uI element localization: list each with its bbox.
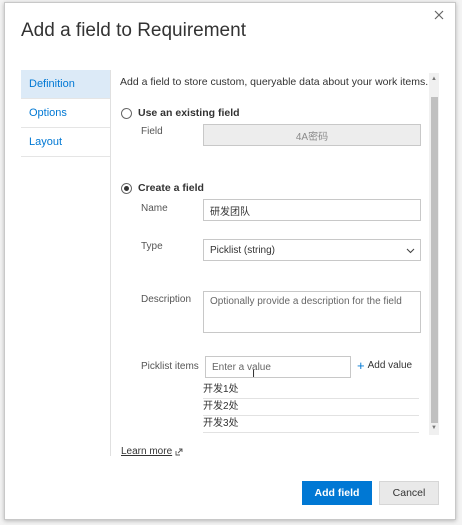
name-input[interactable]: 研发团队 xyxy=(203,199,421,221)
description-label: Description xyxy=(141,294,192,305)
add-field-button[interactable]: Add field xyxy=(302,481,372,505)
learn-more-label: Learn more xyxy=(121,446,173,457)
dialog-nav: Definition Options Layout xyxy=(21,70,111,157)
plus-icon: + xyxy=(357,357,365,373)
field-label: Field xyxy=(141,126,163,137)
scroll-up-icon[interactable]: ▲ xyxy=(430,75,438,83)
text-cursor-icon: I xyxy=(252,368,256,380)
scroll-down-icon[interactable]: ▼ xyxy=(430,424,438,432)
name-label: Name xyxy=(141,203,168,214)
use-existing-radio[interactable] xyxy=(121,108,132,119)
intro-text: Add a field to store custom, queryable d… xyxy=(120,76,429,88)
create-field-radio[interactable] xyxy=(121,183,132,194)
type-label: Type xyxy=(141,241,163,252)
create-field-label: Create a field xyxy=(138,182,204,194)
close-icon[interactable] xyxy=(433,9,445,21)
chevron-down-icon xyxy=(406,246,415,254)
picklist-label: Picklist items xyxy=(141,361,199,372)
add-value-button[interactable]: + Add value xyxy=(357,357,413,373)
nav-item-layout[interactable]: Layout xyxy=(21,128,111,157)
add-value-label: Add value xyxy=(367,360,413,371)
picklist-item[interactable]: 开发3处 xyxy=(203,416,419,433)
learn-more-link[interactable]: Learn more xyxy=(121,446,183,457)
nav-divider xyxy=(110,70,111,456)
cancel-button[interactable]: Cancel xyxy=(379,481,439,505)
existing-field-input[interactable]: 4A密码 xyxy=(203,124,421,146)
definition-panel: Add a field to store custom, queryable d… xyxy=(115,71,435,437)
picklist-item[interactable]: 开发2处 xyxy=(203,399,419,416)
picklist-item[interactable]: 开发1处 xyxy=(203,382,419,399)
use-existing-label: Use an existing field xyxy=(138,107,240,119)
nav-item-options[interactable]: Options xyxy=(21,99,111,128)
add-field-dialog: Add a field to Requirement Definition Op… xyxy=(4,2,456,520)
description-textarea[interactable]: Optionally provide a description for the… xyxy=(203,291,421,333)
picklist-value-input[interactable]: Enter a value xyxy=(205,356,351,378)
type-select-value: Picklist (string) xyxy=(210,244,276,256)
external-link-icon xyxy=(175,448,183,456)
nav-item-definition[interactable]: Definition xyxy=(21,70,111,99)
type-select[interactable]: Picklist (string) xyxy=(203,239,421,261)
scrollbar-thumb[interactable] xyxy=(431,97,438,423)
dialog-title: Add a field to Requirement xyxy=(21,20,246,41)
